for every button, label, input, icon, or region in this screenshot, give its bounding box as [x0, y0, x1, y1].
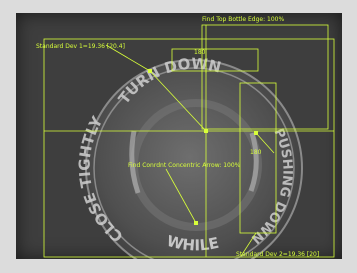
label-angle-right: 180: [250, 149, 262, 156]
label-bottle-edge: Find Top Bottle Edge: 100%: [202, 16, 285, 23]
vision-inspection-window: TURN DOWN CLOSE TIGHTLY WHILE PUSHING DO…: [0, 0, 357, 273]
marker-std-dev-1: [148, 69, 152, 73]
marker-center: [204, 129, 208, 133]
label-angle-top: 180: [194, 49, 206, 56]
camera-viewport: TURN DOWN CLOSE TIGHTLY WHILE PUSHING DO…: [16, 13, 342, 259]
label-concentric: Find Conrdnt Concentric Arrow: 100%: [128, 162, 241, 169]
marker-right: [254, 131, 258, 135]
label-std-dev-2: Standard Dev 2=19.36 [20]: [236, 251, 320, 258]
label-std-dev-1: Standard Dev 1=19.36 [20.4]: [36, 43, 125, 50]
marker-bottom: [194, 221, 198, 225]
